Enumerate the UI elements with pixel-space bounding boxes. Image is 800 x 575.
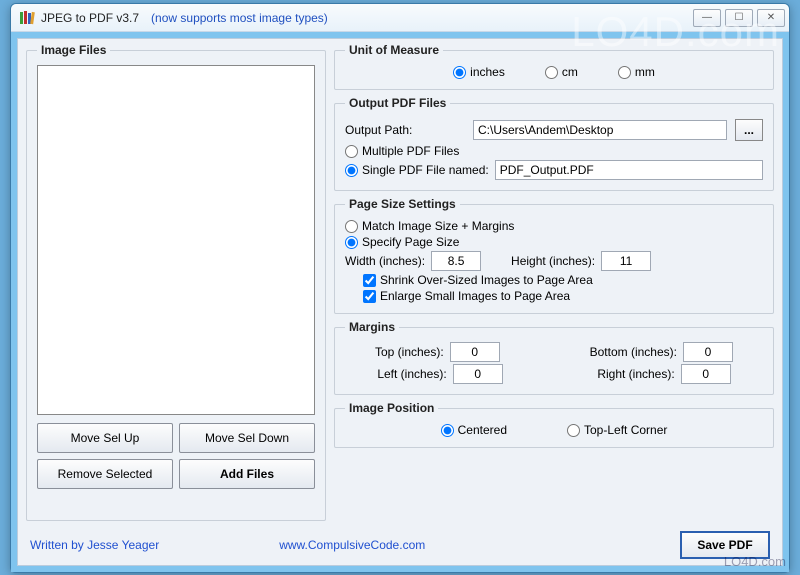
height-label: Height (inches): [511,254,595,268]
match-size-radio[interactable]: Match Image Size + Margins [345,219,514,233]
site-link[interactable]: www.CompulsiveCode.com [279,538,425,552]
window-subtitle: (now supports most image types) [151,11,328,25]
unit-mm-radio[interactable]: mm [618,65,655,79]
output-pdf-group: Output PDF Files Output Path: ... Multip… [334,96,774,191]
page-size-group: Page Size Settings Match Image Size + Ma… [334,197,774,314]
minimize-button[interactable]: — [693,9,721,27]
margin-bottom-input[interactable] [683,342,733,362]
enlarge-label: Enlarge Small Images to Page Area [380,289,570,303]
move-down-button[interactable]: Move Sel Down [179,423,315,453]
margins-legend: Margins [345,320,399,334]
specify-size-label: Specify Page Size [362,235,459,249]
remove-selected-button[interactable]: Remove Selected [37,459,173,489]
file-list[interactable] [37,65,315,415]
top-left-radio[interactable]: Top-Left Corner [567,423,667,437]
move-up-button[interactable]: Move Sel Up [37,423,173,453]
output-path-label: Output Path: [345,123,465,137]
single-pdf-radio[interactable]: Single PDF File named: [345,163,489,177]
enlarge-checkbox[interactable]: Enlarge Small Images to Page Area [363,289,570,303]
shrink-checkbox[interactable]: Shrink Over-Sized Images to Page Area [363,273,593,287]
image-position-legend: Image Position [345,401,438,415]
add-files-button[interactable]: Add Files [179,459,315,489]
multiple-pdf-label: Multiple PDF Files [362,144,459,158]
height-input[interactable] [601,251,651,271]
unit-inches-radio[interactable]: inches [453,65,505,79]
unit-cm-label: cm [562,65,578,79]
image-position-group: Image Position Centered Top-Left Corner [334,401,774,448]
margin-bottom-label: Bottom (inches): [590,345,677,359]
page-size-legend: Page Size Settings [345,197,460,211]
shrink-label: Shrink Over-Sized Images to Page Area [380,273,593,287]
margin-top-label: Top (inches): [375,345,444,359]
unit-inches-label: inches [470,65,505,79]
window-title: JPEG to PDF v3.7 [41,11,139,25]
margin-left-input[interactable] [453,364,503,384]
specify-size-radio[interactable]: Specify Page Size [345,235,459,249]
unit-mm-label: mm [635,65,655,79]
width-input[interactable] [431,251,481,271]
multiple-pdf-radio[interactable]: Multiple PDF Files [345,144,459,158]
app-window: JPEG to PDF v3.7 (now supports most imag… [10,3,790,573]
unit-cm-radio[interactable]: cm [545,65,578,79]
margin-right-input[interactable] [681,364,731,384]
save-pdf-button[interactable]: Save PDF [680,531,770,559]
margin-top-input[interactable] [450,342,500,362]
browse-button[interactable]: ... [735,119,763,141]
centered-label: Centered [458,423,507,437]
margin-left-label: Left (inches): [377,367,446,381]
unit-of-measure-group: Unit of Measure inches cm mm [334,43,774,90]
author-link[interactable]: Written by Jesse Yeager [30,538,159,552]
image-files-group: Image Files Move Sel Up Move Sel Down Re… [26,43,326,521]
single-pdf-label: Single PDF File named: [362,163,489,177]
output-legend: Output PDF Files [345,96,450,110]
margin-right-label: Right (inches): [597,367,674,381]
width-label: Width (inches): [345,254,425,268]
match-size-label: Match Image Size + Margins [362,219,514,233]
titlebar[interactable]: JPEG to PDF v3.7 (now supports most imag… [11,4,789,32]
centered-radio[interactable]: Centered [441,423,507,437]
margins-group: Margins Top (inches): Bottom (inches): [334,320,774,395]
close-button[interactable]: ✕ [757,9,785,27]
single-pdf-name-input[interactable] [495,160,763,180]
image-files-legend: Image Files [37,43,110,57]
maximize-button[interactable]: ☐ [725,9,753,27]
unit-legend: Unit of Measure [345,43,443,57]
output-path-input[interactable] [473,120,727,140]
app-icon [19,10,35,26]
top-left-label: Top-Left Corner [584,423,667,437]
